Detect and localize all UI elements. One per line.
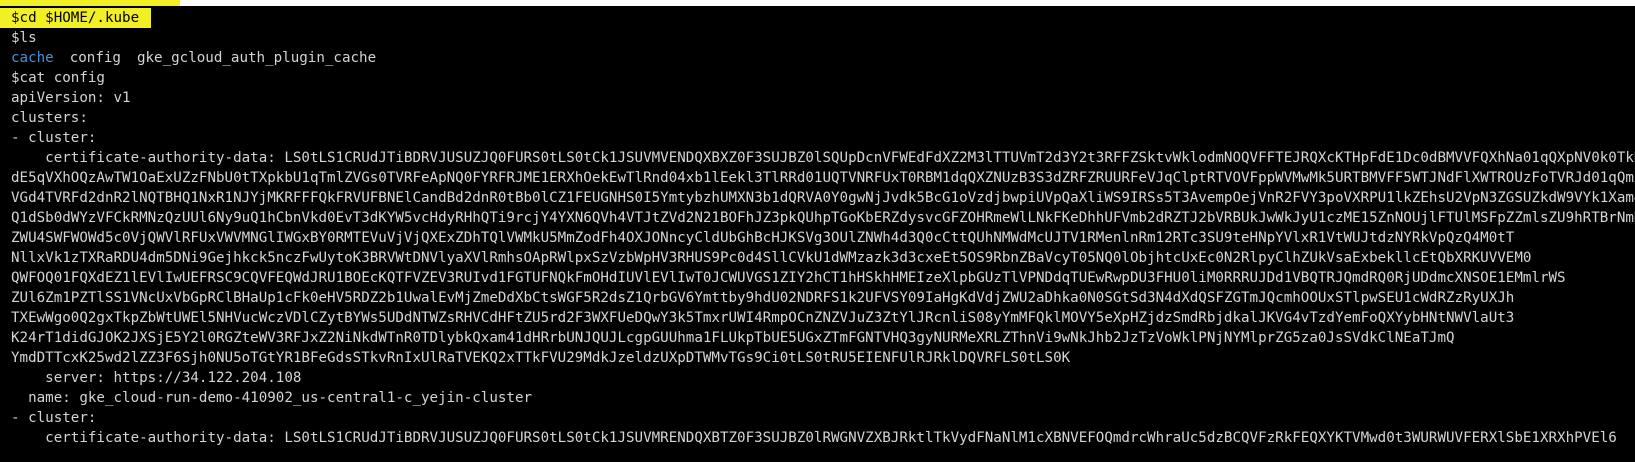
directory-entry: cache bbox=[11, 50, 54, 66]
highlighted-command: $cd $HOME/.kube bbox=[0, 8, 152, 28]
terminal-line: apiVersion: v1 bbox=[11, 90, 131, 106]
file-entry: config bbox=[69, 50, 121, 66]
terminal-line: - cluster: bbox=[11, 130, 97, 146]
terminal-line: Q1dSb0dWYzVFCkRMNzQzUUl6Ny9uQ1hCbnVkd0Ev… bbox=[11, 210, 1635, 226]
terminal-line: certificate-authority-data: LS0tLS1CRUdJ… bbox=[11, 430, 1617, 446]
terminal-line: K24rT1didGJOK2JXSjE5Y2l0RGZteWV3RFJxZ2Ni… bbox=[11, 330, 1455, 346]
terminal-line: NllxVk1zTXRaRDU4dm5DNi9Gejhkck5nczFwUyto… bbox=[11, 250, 1532, 266]
terminal-line: TXEwWgo0Q2gxTkpZbWtUWEl5NHVucWczVDlCZytB… bbox=[11, 310, 1515, 326]
terminal-line: cache config gke_gcloud_auth_plugin_cache bbox=[0, 48, 1635, 68]
terminal-window[interactable]: $cd $HOME/.kube $ls cache config gke_gcloud_… bbox=[0, 6, 1635, 462]
terminal-line: ZUl6Zm1PZTlSS1VNcUxVbGpRClBHaUp1cFk0eHV5… bbox=[11, 290, 1515, 306]
terminal-line: - cluster: bbox=[11, 410, 97, 426]
terminal-line: VGd4TVRFd2dnR2lNQTBHQ1NxR1NJYjMKRFFFQkFR… bbox=[11, 190, 1635, 206]
terminal-line: clusters: bbox=[11, 110, 88, 126]
terminal-line: YmdDTTcxK25wd2lZZ3F6Sjh0NU5oTGtYR1BFeGds… bbox=[11, 350, 1071, 366]
terminal-line: $ls bbox=[11, 30, 37, 46]
terminal-line: QWFOQ01FQXdEZ1lEVlIwUEFRSC9CQVFEQWdJRU1B… bbox=[11, 270, 1566, 286]
terminal-line: name: gke_cloud-run-demo-410902_us-centr… bbox=[11, 390, 533, 406]
terminal-line: dE5qVXhOQzAwTW1OaExUZzFNbU0tTXpkbU1qTmlZ… bbox=[11, 170, 1635, 186]
terminal-line: server: https://34.122.204.108 bbox=[11, 370, 302, 386]
terminal-line: $cat config bbox=[11, 70, 105, 86]
terminal-line: ZWU4SWFWOWd5c0VjQWVlRFUxVWVMNGlIWGxBY0RM… bbox=[11, 230, 1515, 246]
terminal-line: $cd $HOME/.kube bbox=[0, 8, 1635, 28]
file-entry: gke_gcloud_auth_plugin_cache bbox=[136, 50, 377, 66]
terminal-line: certificate-authority-data: LS0tLS1CRUdJ… bbox=[45, 150, 1635, 166]
